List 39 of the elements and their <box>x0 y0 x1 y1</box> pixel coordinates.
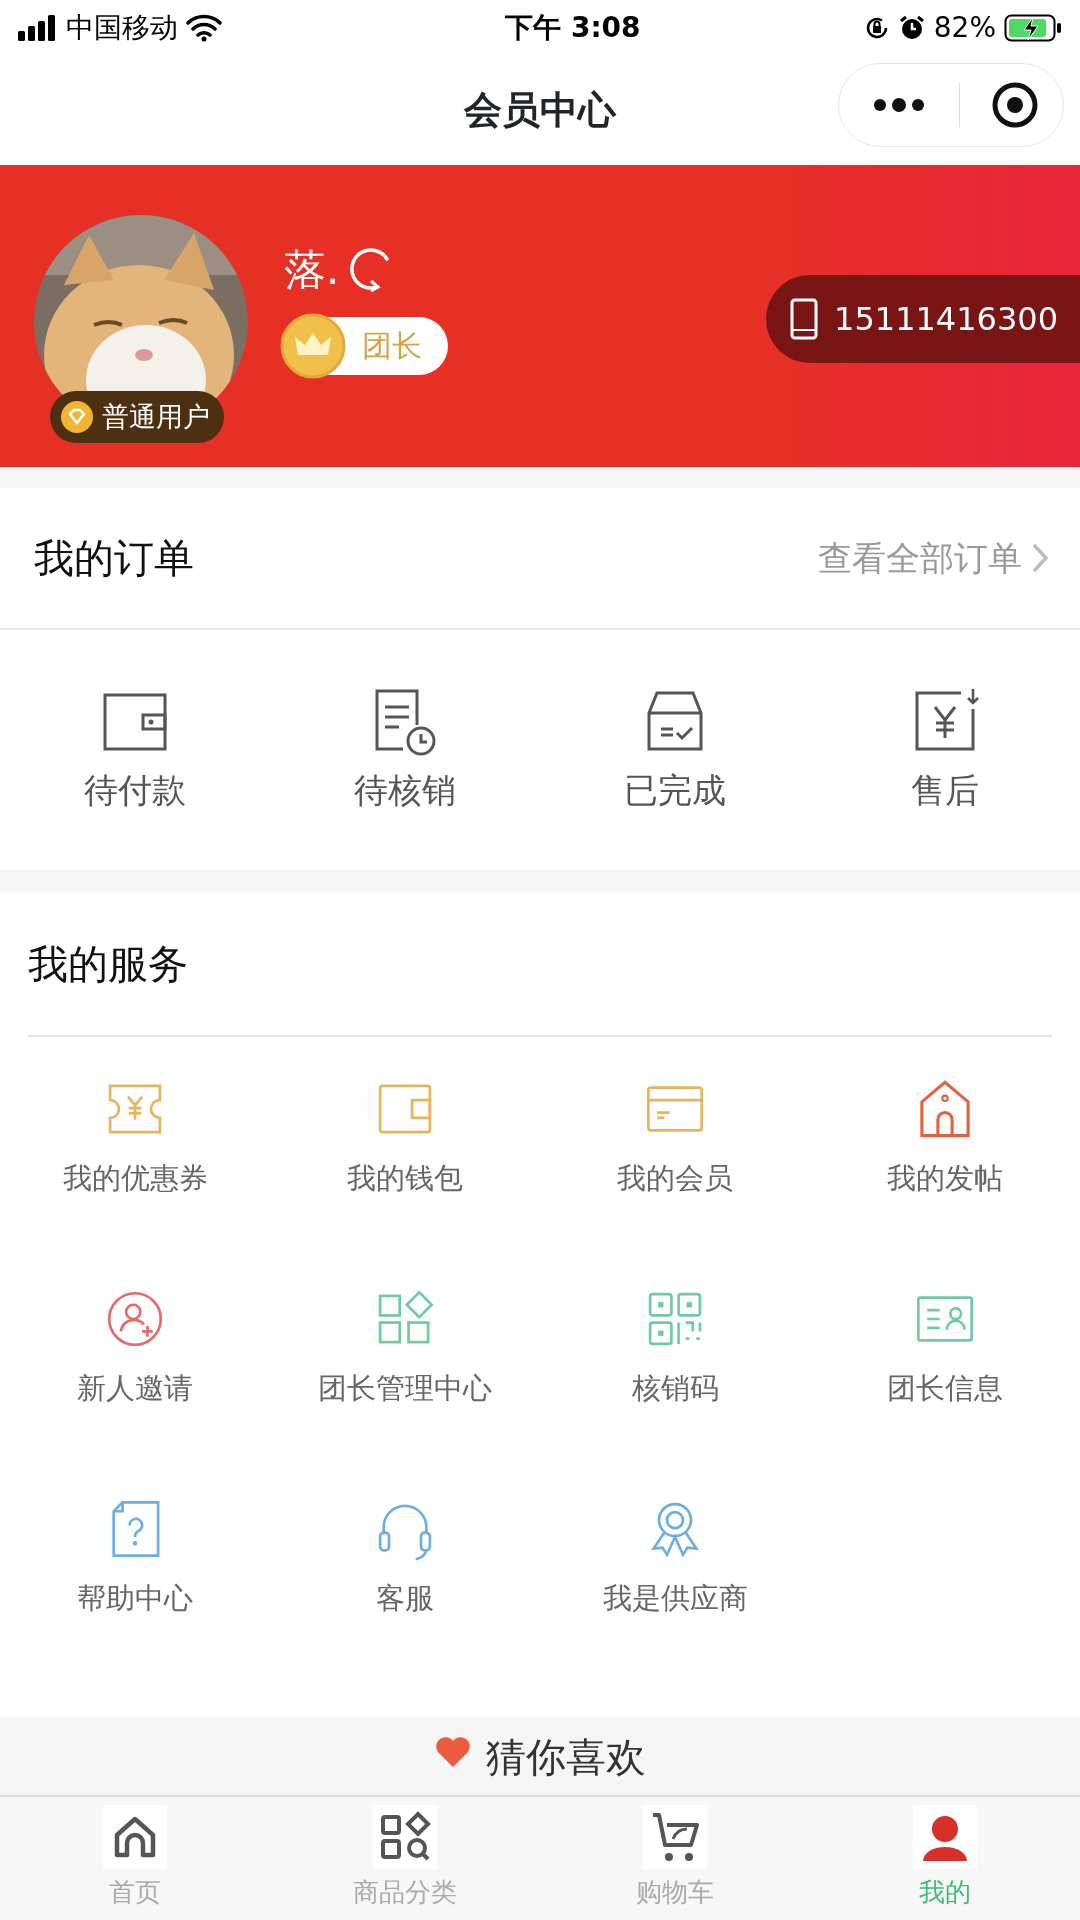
order-status-button[interactable]: 待核销 <box>270 683 540 817</box>
order-status-button[interactable]: 待付款 <box>0 683 270 817</box>
service-button[interactable]: 团长信息 <box>810 1283 1080 1493</box>
wifi-icon <box>186 13 222 42</box>
service-button[interactable]: 我的发帖 <box>810 1073 1080 1283</box>
heart-icon <box>434 1735 472 1769</box>
service-button[interactable]: 团长管理中心 <box>270 1283 540 1493</box>
service-button[interactable]: 核销码 <box>540 1283 810 1493</box>
order-status-button[interactable]: 售后 <box>810 683 1080 817</box>
signal-icon <box>18 14 58 41</box>
service-button[interactable]: 新人邀请 <box>0 1283 270 1493</box>
section-title: 猜你喜欢 <box>486 1733 646 1782</box>
chevron-right-icon <box>1030 542 1050 574</box>
level-badge: 普通用户 <box>50 391 224 443</box>
cart-icon <box>643 1805 707 1869</box>
phone-number-pill: 15111416300 <box>766 275 1080 363</box>
order-status-button[interactable]: 已完成 <box>540 683 810 817</box>
clock-time: 下午 3:08 <box>504 9 642 46</box>
service-button[interactable]: 帮助中心 <box>0 1493 270 1703</box>
phone-icon <box>790 298 819 340</box>
section-title: 我的服务 <box>28 939 188 989</box>
close-target-icon[interactable] <box>992 82 1038 128</box>
battery-percent: 82% <box>933 9 996 46</box>
alarm-icon <box>897 13 926 42</box>
service-button[interactable]: 我的优惠券 <box>0 1073 270 1283</box>
service-button[interactable]: 我的会员 <box>540 1073 810 1283</box>
page-title: 会员中心 <box>464 86 616 134</box>
service-button[interactable]: 我的钱包 <box>270 1073 540 1283</box>
more-icon[interactable] <box>873 98 925 112</box>
battery-charging-icon <box>1004 13 1062 42</box>
service-button[interactable]: 客服 <box>270 1493 540 1703</box>
home-icon <box>103 1805 167 1869</box>
grid-search-icon <box>373 1805 437 1869</box>
service-button[interactable]: 我是供应商 <box>540 1493 810 1703</box>
crown-icon <box>280 312 346 379</box>
user-icon <box>913 1805 977 1869</box>
section-title: 我的订单 <box>34 534 194 583</box>
user-name: 落. <box>284 243 340 296</box>
carrier-name: 中国移动 <box>66 9 178 46</box>
